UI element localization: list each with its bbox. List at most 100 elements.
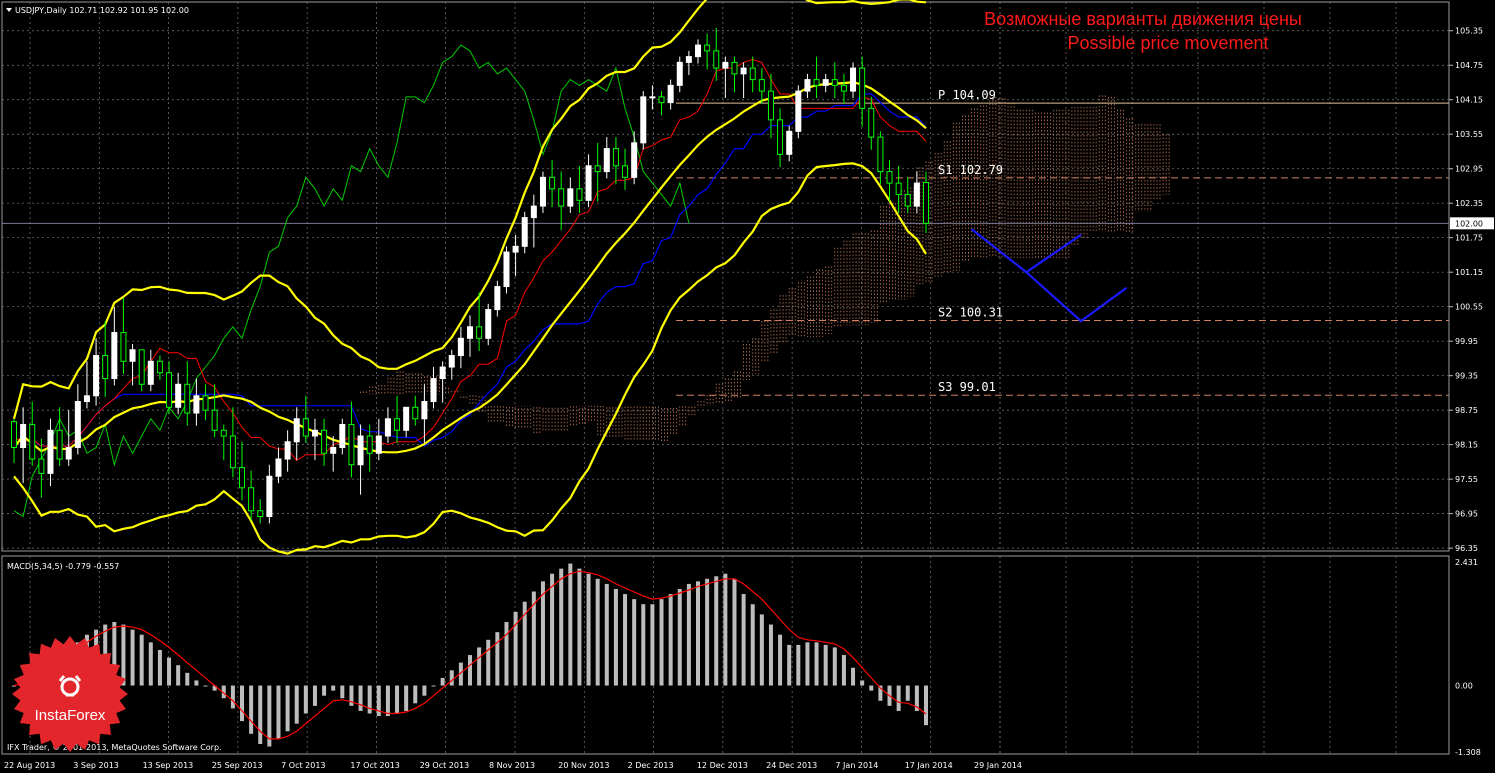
macd-histogram-bar: [677, 588, 682, 686]
macd-histogram-bar: [595, 578, 600, 686]
time-tick-label: 12 Dec 2013: [697, 761, 748, 770]
candle-body: [293, 418, 300, 443]
candle-body: [184, 383, 191, 414]
pivot-label: S2 100.31: [938, 305, 1003, 319]
candle-body: [239, 467, 245, 489]
candle-body: [850, 67, 857, 92]
macd-tick-label: 2.431: [1455, 558, 1478, 567]
price-axis: 105.35 104.75 104.15 103.55 102.95 102.35 101.…: [1449, 27, 1494, 757]
candle-body: [129, 349, 136, 362]
time-tick-label: 7 Oct 2013: [281, 761, 325, 770]
candle-body: [804, 79, 811, 92]
price-tick-label: 96.95: [1455, 510, 1478, 519]
macd-histogram-bar: [741, 594, 746, 686]
price-tick-label: 101.75: [1455, 234, 1483, 243]
macd-histogram-bar: [623, 594, 628, 686]
macd-histogram-bar: [613, 588, 618, 686]
candle-body: [467, 326, 473, 339]
annotation-line-2: Possible price movement: [1067, 33, 1268, 53]
macd-histogram-bar: [358, 685, 363, 711]
macd-histogram-bar: [240, 685, 244, 722]
candle-body: [713, 50, 720, 69]
macd-histogram-bar: [331, 685, 336, 691]
pivot-label: S1 102.79: [938, 163, 1003, 177]
candle-body: [868, 107, 875, 138]
candle-body: [913, 182, 920, 207]
time-tick-label: 17 Oct 2013: [350, 761, 399, 770]
candle-body: [193, 395, 200, 414]
candle-body: [831, 79, 838, 86]
time-tick-label: 7 Jan 2014: [835, 761, 878, 770]
candle-body: [421, 401, 428, 420]
candle-body: [822, 79, 829, 86]
candle-body: [539, 176, 546, 207]
candle-body: [667, 84, 674, 104]
macd-histogram-bar: [586, 573, 591, 686]
candle-body: [476, 326, 483, 339]
macd-histogram-bar: [176, 665, 181, 686]
price-tick-label: 98.15: [1455, 441, 1478, 450]
price-tick-label: 96.35: [1455, 544, 1478, 553]
candle-body: [93, 355, 100, 397]
macd-histogram-bar: [340, 685, 345, 699]
price-tick-label: 101.15: [1455, 268, 1483, 277]
macd-histogram-bar: [905, 685, 910, 701]
macd-histogram-bar: [449, 670, 454, 686]
macd-tick-label: -1.308: [1455, 748, 1481, 757]
time-tick-label: 22 Aug 2013: [4, 761, 55, 770]
candle-body: [695, 44, 701, 58]
macd-histogram-bar: [750, 604, 755, 686]
candle-body: [585, 165, 592, 201]
macd-label: MACD(5,34,5) -0.779 -0.557: [7, 562, 119, 571]
candle-body: [457, 337, 464, 357]
candle-body: [56, 429, 63, 460]
time-tick-label: 17 Jan 2014: [905, 761, 953, 770]
candle-body: [220, 429, 227, 437]
footer-copyright: IFX Trader, © 2001-2013, MetaQuotes Soft…: [7, 743, 222, 752]
candle-body: [740, 67, 747, 75]
macd-histogram-bar: [896, 685, 901, 711]
macd-histogram-bar: [550, 573, 555, 686]
macd-histogram-bar: [139, 634, 144, 686]
price-tick-label: 100.55: [1455, 303, 1483, 312]
macd-histogram-bar: [303, 685, 308, 714]
candle-body: [83, 395, 90, 403]
macd-histogram-bar: [440, 677, 445, 686]
macd-histogram-bar: [860, 680, 865, 686]
macd-histogram-bar: [641, 604, 646, 686]
candle-body: [512, 245, 519, 253]
macd-histogram-bar: [276, 685, 281, 739]
price-tick-label: 104.75: [1455, 61, 1483, 70]
candle-body: [202, 395, 209, 411]
candle-body: [38, 458, 45, 474]
macd-histogram-bar: [404, 685, 409, 711]
macd-histogram-bar: [194, 680, 199, 686]
candle-body: [877, 136, 884, 173]
macd-histogram-bar: [832, 647, 837, 686]
time-tick-label: 3 Sep 2013: [73, 761, 119, 770]
macd-histogram-bar: [486, 639, 491, 686]
macd-histogram-bar: [632, 599, 637, 686]
macd-histogram-bar: [157, 649, 162, 686]
macd-histogram-bar: [659, 599, 664, 686]
candle-body: [786, 130, 793, 155]
macd-histogram-bar: [431, 685, 436, 687]
candle-body: [640, 96, 647, 144]
candle-body: [284, 441, 291, 460]
candle-body: [248, 487, 255, 512]
macd-histogram-bar: [395, 685, 400, 714]
time-tick-label: 8 Nov 2013: [489, 761, 535, 770]
candle-body: [348, 424, 355, 466]
candle-body: [65, 447, 72, 460]
candle-body: [777, 119, 784, 155]
candle-body: [895, 182, 902, 196]
time-tick-label: 24 Dec 2013: [766, 761, 817, 770]
macd-histogram-bar: [686, 583, 691, 686]
candle-body: [138, 349, 145, 385]
macd-histogram-bar: [668, 594, 673, 686]
price-tick-label: 97.55: [1455, 475, 1478, 484]
candle-body: [840, 84, 847, 92]
macd-histogram-bar: [823, 644, 828, 686]
macd-histogram-bar: [787, 644, 792, 686]
price-tick-label: 104.15: [1455, 96, 1483, 105]
